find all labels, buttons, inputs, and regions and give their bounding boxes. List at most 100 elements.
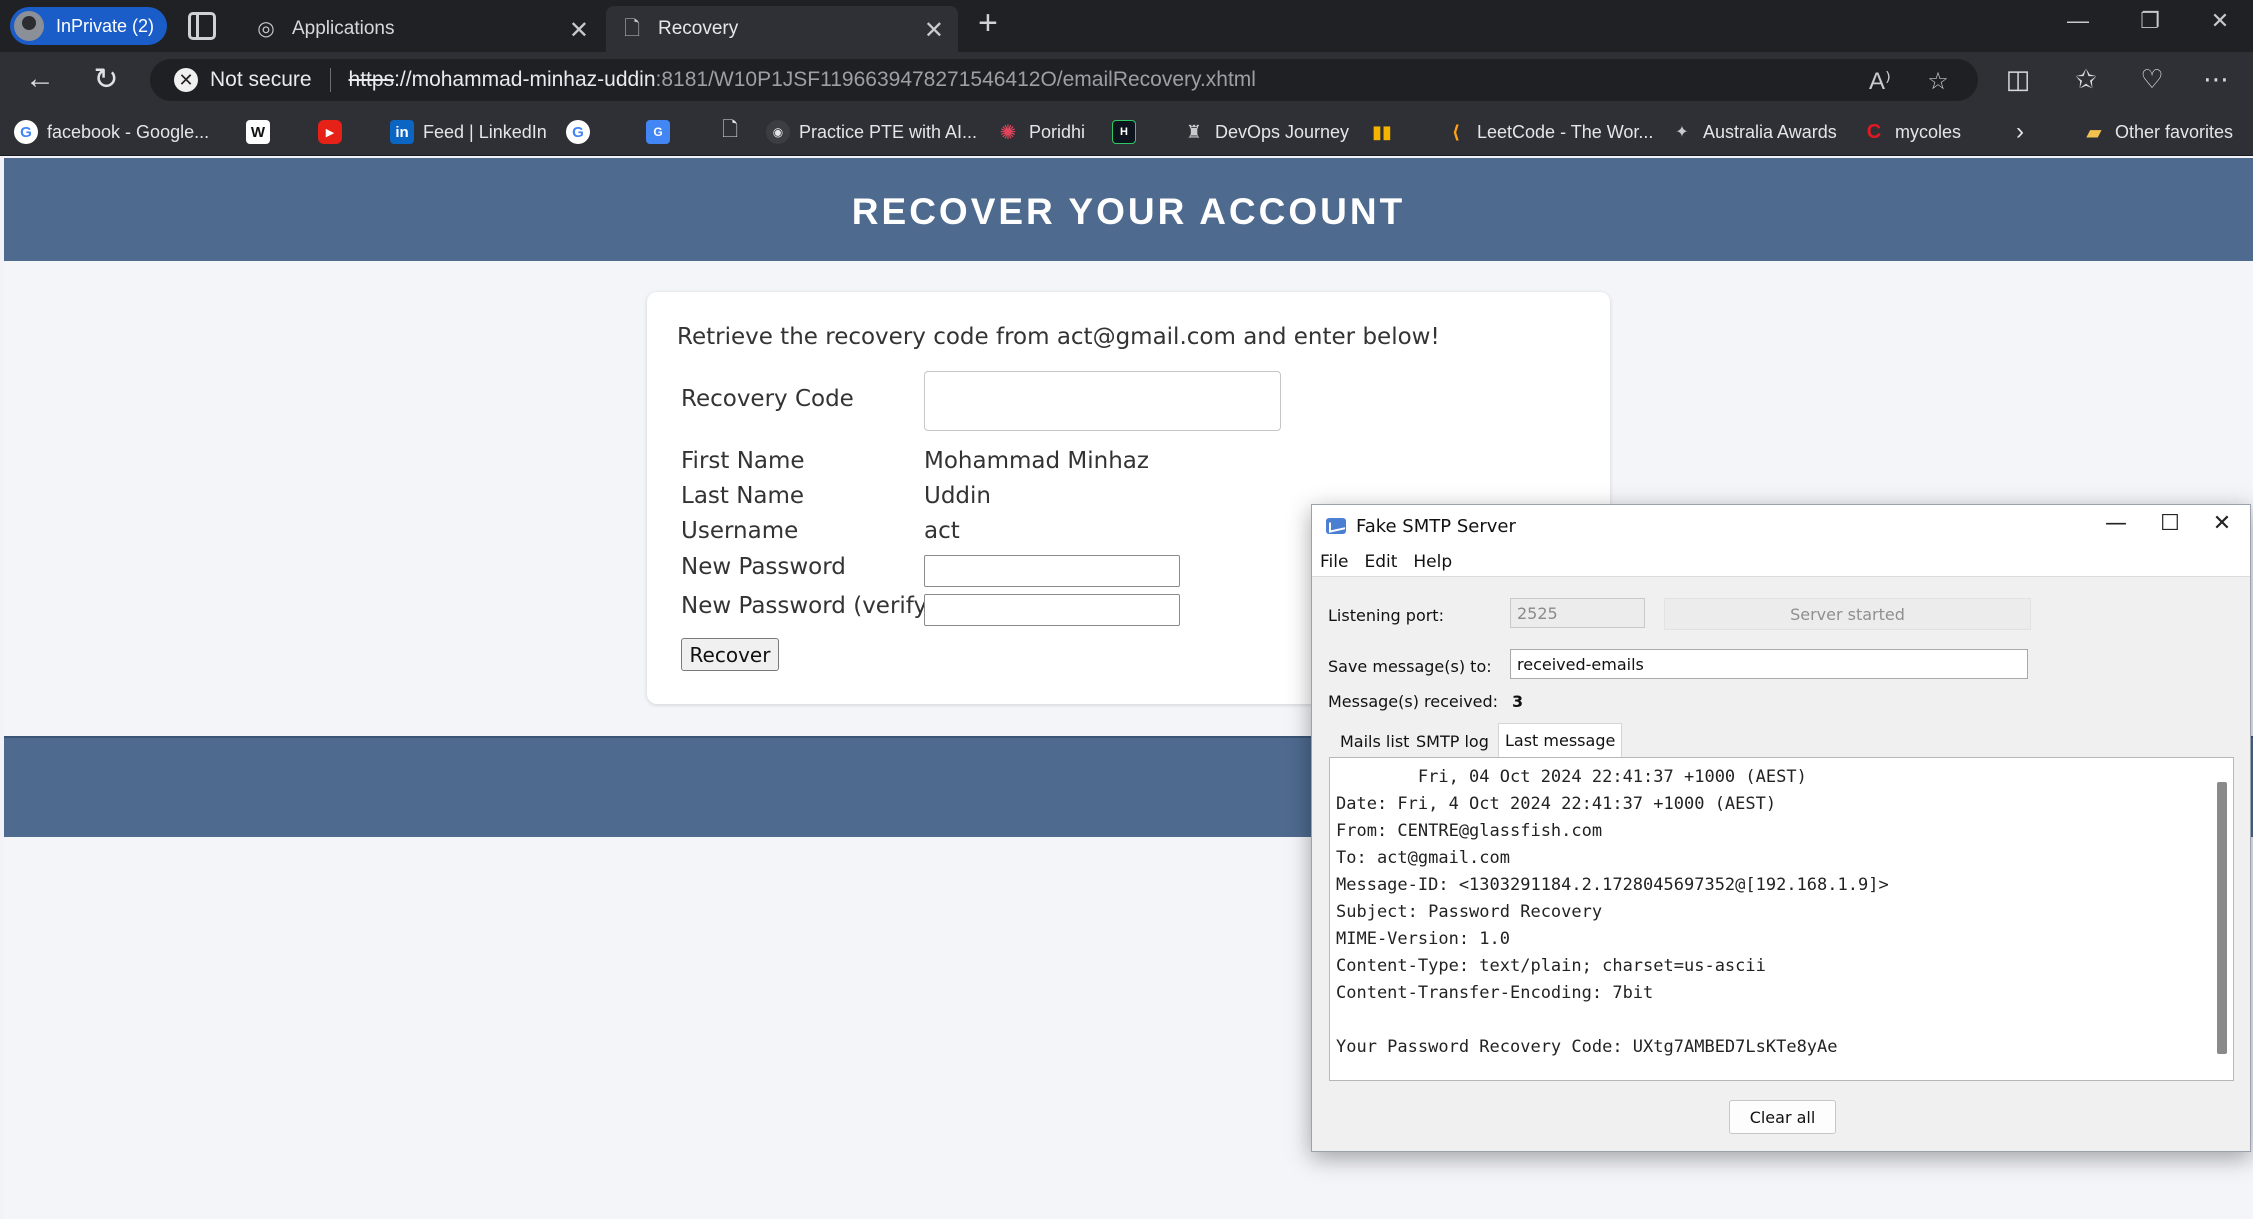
bookmark-google[interactable]: G — [566, 118, 599, 146]
listening-port-label: Listening port: — [1328, 606, 1444, 625]
page-favicon-icon: 🗋 — [623, 18, 641, 40]
not-secure-icon: ✕ — [174, 68, 198, 92]
bookmark-label: LeetCode - The Wor... — [1477, 121, 1654, 142]
page-title: RECOVER YOUR ACCOUNT — [4, 158, 2253, 261]
close-tab-icon[interactable]: ✕ — [569, 16, 589, 45]
bookmark-label: Feed | LinkedIn — [423, 121, 547, 142]
bookmark-wikipedia[interactable]: W — [246, 118, 279, 146]
linkedin-icon: in — [390, 120, 414, 144]
message-line: Content-Type: text/plain; charset=us-asc… — [1336, 956, 1766, 976]
bookmark-other-favorites[interactable]: ▰ Other favorites — [2082, 118, 2233, 146]
close-tab-icon[interactable]: ✕ — [924, 16, 944, 45]
username-value: act — [924, 518, 960, 544]
last-message-text-area[interactable]: Fri, 04 Oct 2024 22:41:37 +1000 (AEST) D… — [1329, 757, 2234, 1081]
message-line: Subject: Password Recovery — [1336, 902, 1603, 922]
security-label[interactable]: Not secure — [210, 68, 312, 92]
username-label: Username — [681, 518, 799, 544]
favorite-star-icon[interactable]: ☆ — [1920, 67, 1956, 96]
smtp-minimize-icon[interactable]: — — [2096, 511, 2136, 536]
tab-applications[interactable]: ◎ Applications ✕ — [240, 6, 603, 52]
bookmark-youtube[interactable]: ▶ — [318, 118, 351, 146]
wikipedia-icon: W — [246, 120, 270, 144]
tab-recovery[interactable]: 🗋 Recovery ✕ — [606, 6, 958, 52]
bookmark-label: mycoles — [1895, 121, 1962, 142]
bookmark-mycoles[interactable]: C mycoles — [1862, 118, 1961, 146]
smtp-title-bar[interactable]: Fake SMTP Server — ☐ ✕ — [1312, 505, 2250, 547]
smtp-menu-bar: File Edit Help — [1312, 547, 2250, 577]
clear-all-button[interactable]: Clear all — [1729, 1100, 1836, 1134]
new-tab-plus-icon[interactable]: + — [978, 4, 998, 43]
bookmark-label: facebook - Google... — [47, 121, 210, 142]
tab-last-message[interactable]: Last message — [1498, 723, 1623, 757]
workspaces-icon[interactable] — [188, 12, 216, 40]
bookmark-label: Practice PTE with AI... — [799, 121, 978, 142]
new-password-input[interactable] — [924, 555, 1180, 587]
inprivate-label: InPrivate (2) — [56, 15, 155, 36]
tab-title: Recovery — [658, 18, 739, 39]
tab-mails-list[interactable]: Mails list — [1334, 725, 1415, 757]
tab-smtp-log[interactable]: SMTP log — [1410, 725, 1495, 757]
save-to-label: Save message(s) to: — [1328, 657, 1492, 676]
new-password-verify-input[interactable] — [924, 594, 1180, 626]
divider — [329, 68, 331, 92]
recover-button[interactable]: Recover — [681, 638, 779, 671]
recovery-instruction: Retrieve the recovery code from act@gmai… — [677, 324, 1440, 350]
message-line: Message-ID: <1303291184.2.1728045697352@… — [1336, 875, 1889, 895]
bookmark-label: Poridhi — [1029, 121, 1086, 142]
australia-awards-icon: ✦ — [1675, 124, 1689, 141]
first-name-label: First Name — [681, 448, 805, 474]
restore-icon[interactable]: ❐ — [2130, 8, 2170, 34]
url-host: ://mohammad-minhaz-uddin — [394, 68, 656, 91]
menu-edit[interactable]: Edit — [1364, 552, 1397, 572]
new-password-label: New Password — [681, 554, 846, 580]
more-bookmarks-chevron-icon[interactable]: › — [2016, 118, 2024, 146]
message-line: From: CENTRE@glassfish.com — [1336, 821, 1603, 841]
browser-essentials-icon[interactable]: ♡ — [2132, 64, 2172, 95]
inprivate-profile-button[interactable]: InPrivate (2) — [10, 7, 167, 45]
fake-smtp-window: Fake SMTP Server — ☐ ✕ File Edit Help Li… — [1311, 504, 2251, 1152]
received-label: Message(s) received: — [1328, 692, 1499, 711]
url-path: :8181/W10P1JSF1196639478271546412O/email… — [655, 68, 1256, 91]
back-arrow-icon[interactable]: ← — [20, 62, 60, 96]
google-icon: G — [14, 120, 38, 144]
bookmark-pte[interactable]: ◉ Practice PTE with AI... — [766, 118, 977, 146]
last-name-value: Uddin — [924, 483, 992, 509]
bookmark-hackerrank[interactable]: H — [1112, 118, 1145, 146]
bookmark-translate[interactable]: G — [646, 118, 679, 146]
youtube-icon: ▶ — [318, 120, 342, 144]
bookmark-australia-awards[interactable]: ✦ Australia Awards — [1670, 118, 1836, 146]
bookmark-page[interactable]: 🗋 — [718, 118, 751, 146]
address-bar[interactable]: ✕ Not secure https ://mohammad-minhaz-ud… — [150, 59, 1978, 101]
bookmark-poridhi[interactable]: ✺ Poridhi — [996, 118, 1085, 146]
listening-port-field: 2525 — [1510, 598, 1645, 628]
menu-help[interactable]: Help — [1413, 552, 1452, 572]
close-window-icon[interactable]: ✕ — [2200, 8, 2240, 34]
last-name-label: Last Name — [681, 483, 805, 509]
pte-icon: ◉ — [766, 120, 790, 144]
bookmark-linkedin[interactable]: in Feed | LinkedIn — [390, 118, 547, 146]
save-to-input[interactable]: received-emails — [1510, 649, 2028, 679]
menu-file[interactable]: File — [1320, 552, 1348, 572]
message-line: Date: Fri, 4 Oct 2024 22:41:37 +1000 (AE… — [1336, 794, 1777, 814]
bookmark-label: DevOps Journey — [1215, 121, 1350, 142]
bookmark-facebook[interactable]: G facebook - Google... — [14, 118, 209, 146]
more-menu-icon[interactable]: ⋯ — [2196, 64, 2236, 95]
bookmark-analytics[interactable]: ▮▮ — [1370, 118, 1403, 146]
bookmark-devops[interactable]: ♜ DevOps Journey — [1182, 118, 1349, 146]
message-scrollbar[interactable] — [2217, 782, 2227, 1054]
recovery-code-input[interactable] — [924, 371, 1281, 431]
split-screen-icon[interactable]: ◫ — [1998, 64, 2038, 95]
page-icon: 🗋 — [721, 119, 739, 141]
smtp-maximize-icon[interactable]: ☐ — [2150, 511, 2190, 536]
folder-icon: ▰ — [2086, 121, 2102, 144]
poridhi-icon: ✺ — [999, 121, 1017, 144]
smtp-close-icon[interactable]: ✕ — [2202, 511, 2242, 536]
url-protocol: https — [348, 68, 395, 91]
refresh-icon[interactable]: ↻ — [86, 62, 126, 97]
recovery-code-label: Recovery Code — [681, 386, 854, 412]
favorites-icon[interactable]: ✩ — [2066, 64, 2106, 95]
bookmark-leetcode[interactable]: ⟨ LeetCode - The Wor... — [1444, 118, 1654, 146]
server-started-button: Server started — [1664, 598, 2031, 630]
minimize-icon[interactable]: — — [2058, 8, 2098, 34]
read-aloud-icon[interactable]: A⁾ — [1862, 67, 1898, 96]
